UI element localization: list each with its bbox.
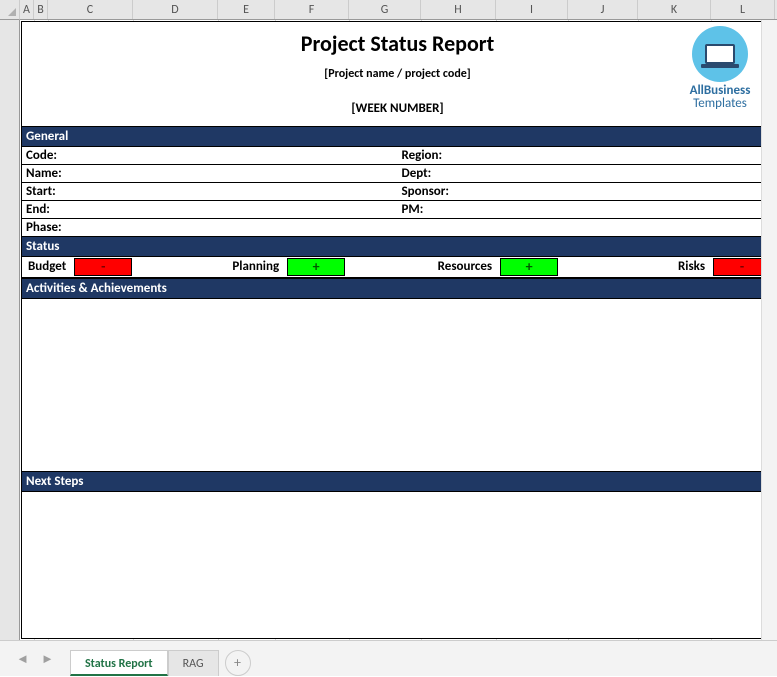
status-label-budget: Budget (22, 257, 72, 277)
column-header-A[interactable]: A (20, 0, 34, 19)
tab-nav[interactable]: ◄ ► (0, 641, 70, 676)
report-subtitle: [Project name / project code] (22, 57, 773, 81)
sheet-tab-status-report[interactable]: Status Report (70, 650, 168, 676)
report-title: Project Status Report (22, 22, 773, 57)
general-field-label: Start: (22, 183, 398, 201)
sheet-tab-strip: ◄ ► Status ReportRAG + (0, 640, 777, 676)
section-header-next-steps: Next Steps (22, 471, 773, 492)
column-header-G[interactable]: G (349, 0, 421, 19)
laptop-icon (692, 26, 748, 82)
column-header-F[interactable]: F (275, 0, 349, 19)
status-indicator-budget: - (74, 258, 132, 276)
row-headers[interactable] (0, 20, 20, 640)
add-sheet-button[interactable]: + (225, 650, 251, 676)
sheet-tab-rag[interactable]: RAG (168, 650, 219, 676)
general-field-label: Dept: (398, 165, 774, 183)
column-header-D[interactable]: D (133, 0, 218, 19)
status-indicator-planning: + (287, 258, 345, 276)
column-header-K[interactable]: K (638, 0, 711, 19)
brand-logo: AllBusiness Templates (675, 26, 765, 111)
status-label-resources: Resources (418, 257, 498, 277)
spreadsheet-grid[interactable]: Project Status Report [Project name / pr… (20, 20, 777, 640)
column-header-J[interactable]: J (568, 0, 638, 19)
section-header-general: General (22, 126, 773, 147)
status-label-risks: Risks (631, 257, 711, 277)
report-document: Project Status Report [Project name / pr… (21, 21, 774, 639)
column-header-H[interactable]: H (421, 0, 496, 19)
vertical-scrollbar[interactable] (761, 20, 777, 640)
tab-next-icon[interactable]: ► (41, 651, 54, 667)
column-header-L[interactable]: L (711, 0, 775, 19)
column-header-C[interactable]: C (48, 0, 133, 19)
section-header-status: Status (22, 236, 773, 257)
column-header-B[interactable]: B (34, 0, 48, 19)
status-indicators: Budget-Planning+Resources+Risks- (22, 257, 773, 278)
section-header-activities: Activities & Achievements (22, 278, 773, 299)
column-header-I[interactable]: I (496, 0, 568, 19)
general-field-label: Phase: (22, 219, 398, 236)
general-field-label: End: (22, 201, 398, 219)
general-field-label: Sponsor: (398, 183, 774, 201)
status-indicator-resources: + (500, 258, 558, 276)
column-header-E[interactable]: E (218, 0, 275, 19)
next-steps-area[interactable] (22, 492, 773, 638)
general-field-label: Region: (398, 147, 774, 165)
activities-area[interactable] (22, 299, 773, 471)
general-field-label: Code: (22, 147, 398, 165)
general-field-label: Name: (22, 165, 398, 183)
general-fields: Code:Name:Start:End:Phase: Region:Dept:Sp… (22, 147, 773, 236)
status-label-planning: Planning (205, 257, 285, 277)
select-all-corner[interactable] (0, 0, 20, 20)
column-headers[interactable]: ABCDEFGHIJKL (20, 0, 777, 20)
general-field-label: PM: (398, 201, 774, 219)
tab-prev-icon[interactable]: ◄ (16, 651, 29, 667)
report-week: [WEEK NUMBER] (22, 81, 773, 122)
